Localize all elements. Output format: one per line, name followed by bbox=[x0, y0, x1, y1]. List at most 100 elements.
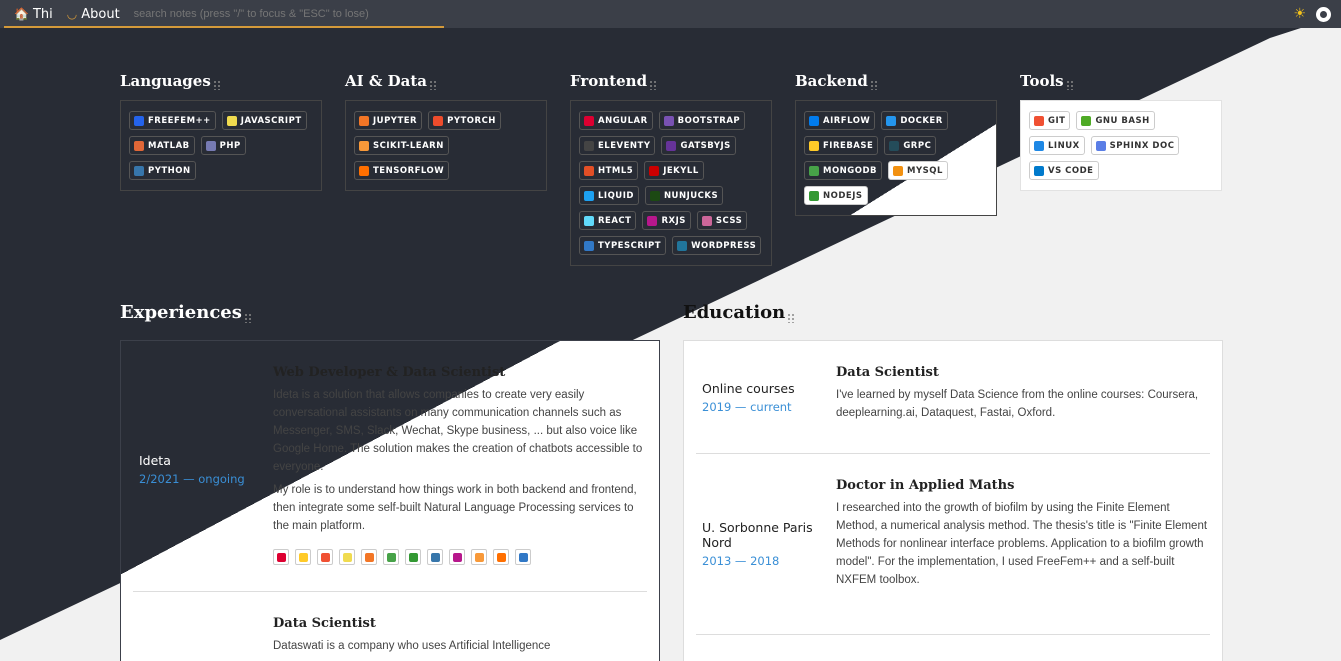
search-input[interactable] bbox=[133, 0, 434, 28]
education-body: Doctor in Applied Maths I researched int… bbox=[836, 478, 1210, 610]
skill-badge-label: TENSORFLOW bbox=[373, 165, 445, 176]
experience-meta: Ideta 2/2021 — ongoing bbox=[139, 365, 273, 573]
firebase-icon bbox=[295, 549, 311, 565]
skill-badge-eleventy: ELEVENTY bbox=[579, 136, 656, 155]
tech-icon-fill bbox=[518, 552, 528, 562]
angular-icon bbox=[584, 115, 594, 126]
skill-badge-label: ANGULAR bbox=[598, 115, 648, 126]
skill-column: Backend AIRFLOW DOCKER FIREBASE GRPC MONGODB M… bbox=[795, 72, 997, 266]
dots-decoration bbox=[429, 80, 438, 90]
skill-badge-label: TYPESCRIPT bbox=[598, 240, 662, 251]
skill-badge-label: GIT bbox=[1048, 115, 1066, 126]
dots-decoration bbox=[649, 80, 658, 90]
skill-badge-pytorch: PYTORCH bbox=[428, 111, 501, 130]
skill-badge-scss: SCSS bbox=[696, 211, 748, 230]
wordpress-icon bbox=[677, 240, 688, 251]
linux-icon bbox=[1034, 140, 1044, 151]
sphinx-doc-icon bbox=[1095, 140, 1106, 151]
jupyter-icon bbox=[361, 549, 377, 565]
skill-badge-label: GATSBYJS bbox=[680, 140, 731, 151]
skill-column: Languages FREEFEM++ JAVASCRIPT MATLAB PHP PYT… bbox=[120, 72, 322, 266]
education-meta: Online courses 2019 — current bbox=[702, 365, 836, 429]
skill-badge-git: GIT bbox=[1029, 111, 1071, 130]
mongodb-icon bbox=[383, 549, 399, 565]
education-meta: U. Sorbonne Paris Nord 2013 — 2018 bbox=[702, 478, 836, 610]
about-label: About bbox=[81, 6, 120, 22]
scikit-learn-icon bbox=[359, 140, 369, 151]
python-icon bbox=[427, 549, 443, 565]
skill-badge-firebase: FIREBASE bbox=[804, 136, 879, 155]
smile-icon: ◡ bbox=[66, 7, 78, 21]
skill-badge-label: RXJS bbox=[661, 215, 686, 226]
experience-role: Web Developer & Data Scientist bbox=[273, 365, 506, 380]
skill-badge-label: JUPYTER bbox=[373, 115, 418, 126]
skill-badge-mysql: MYSQL bbox=[888, 161, 948, 180]
dots-decoration bbox=[869, 80, 878, 90]
skill-badge-freefem-: FREEFEM++ bbox=[129, 111, 216, 130]
sun-icon[interactable]: ☀ bbox=[1293, 6, 1306, 22]
tech-icon-fill bbox=[452, 552, 462, 562]
skill-category-title: Languages bbox=[120, 72, 322, 90]
divider bbox=[696, 634, 1210, 635]
tech-icon-fill bbox=[408, 552, 418, 562]
skill-badge-jekyll: JEKYLL bbox=[644, 161, 704, 180]
nodejs-icon bbox=[809, 190, 819, 201]
typescript-icon bbox=[584, 240, 594, 251]
search-underline bbox=[3, 26, 444, 28]
education-body: Data Scientist I've learned by myself Da… bbox=[836, 365, 1210, 429]
experiences-title: Experiences bbox=[120, 302, 252, 323]
rxjs-icon bbox=[449, 549, 465, 565]
tech-icon-fill bbox=[298, 552, 308, 562]
education-degree: Doctor in Applied Maths bbox=[836, 478, 1015, 493]
liquid-icon bbox=[584, 190, 594, 201]
html5-icon bbox=[584, 165, 594, 176]
github-icon[interactable] bbox=[1316, 6, 1331, 22]
skill-badge-tensorflow: TENSORFLOW bbox=[354, 161, 450, 180]
skill-badge-label: FREEFEM++ bbox=[148, 115, 211, 126]
matlab-icon bbox=[134, 140, 144, 151]
experience-date: 2/2021 — ongoing bbox=[139, 471, 245, 486]
about-link[interactable]: ◡ About bbox=[67, 7, 120, 22]
php-icon bbox=[205, 140, 216, 151]
home-icon: 🏠 bbox=[14, 7, 29, 21]
mysql-icon bbox=[893, 165, 904, 176]
skill-badge-label: GNU BASH bbox=[1095, 115, 1150, 126]
skill-badge-javascript: JAVASCRIPT bbox=[221, 111, 307, 130]
skill-badge-nodejs: NODEJS bbox=[804, 186, 868, 205]
skill-badge-label: SCSS bbox=[715, 215, 743, 226]
typescript-icon bbox=[515, 549, 531, 565]
pytorch-icon bbox=[433, 115, 444, 126]
skill-badge-label: SCIKIT-LEARN bbox=[373, 140, 444, 151]
education-description: I researched into the growth of biofilm … bbox=[836, 502, 1208, 586]
dots-decoration bbox=[787, 313, 796, 323]
skill-badge-label: BOOTSTRAP bbox=[677, 115, 741, 126]
skill-badge-sphinx-doc: SPHINX DOC bbox=[1090, 136, 1180, 155]
skill-badge-wordpress: WORDPRESS bbox=[672, 236, 762, 255]
rxjs-icon bbox=[647, 215, 658, 226]
tensorflow-icon bbox=[493, 549, 509, 565]
skill-category-title: Backend bbox=[795, 72, 997, 90]
skill-badge-gnu-bash: GNU BASH bbox=[1076, 111, 1155, 130]
jupyter-icon bbox=[359, 115, 369, 126]
git-icon bbox=[317, 549, 333, 565]
skill-badge-label: MATLAB bbox=[148, 140, 190, 151]
tech-icon-fill bbox=[430, 552, 440, 562]
company-name: Ideta bbox=[139, 452, 171, 468]
firebase-icon bbox=[809, 140, 819, 151]
skill-badge-label: PHP bbox=[219, 140, 241, 151]
dots-decoration bbox=[243, 313, 252, 323]
skill-badge-label: VS CODE bbox=[1048, 165, 1094, 176]
education-row: U. Sorbonne Paris Nord 2013 — 2018 Docto… bbox=[684, 454, 1222, 634]
top-navbar: 🏠 Thi ◡ About ☀ bbox=[0, 0, 1341, 28]
skill-badge-gatsbyjs: GATSBYJS bbox=[661, 136, 736, 155]
education-date: 2013 — 2018 bbox=[702, 554, 780, 568]
education-row: Online courses 2019 — current Data Scien… bbox=[684, 341, 1222, 453]
skill-badge-typescript: TYPESCRIPT bbox=[579, 236, 667, 255]
bootstrap-icon bbox=[663, 115, 674, 126]
skill-badge-linux: LINUX bbox=[1029, 136, 1085, 155]
home-link[interactable]: 🏠 Thi bbox=[14, 7, 53, 22]
skill-badge-liquid: LIQUID bbox=[579, 186, 639, 205]
scikit-learn-icon bbox=[471, 549, 487, 565]
search-container bbox=[3, 0, 444, 28]
skill-badge-label: MONGODB bbox=[823, 165, 878, 176]
